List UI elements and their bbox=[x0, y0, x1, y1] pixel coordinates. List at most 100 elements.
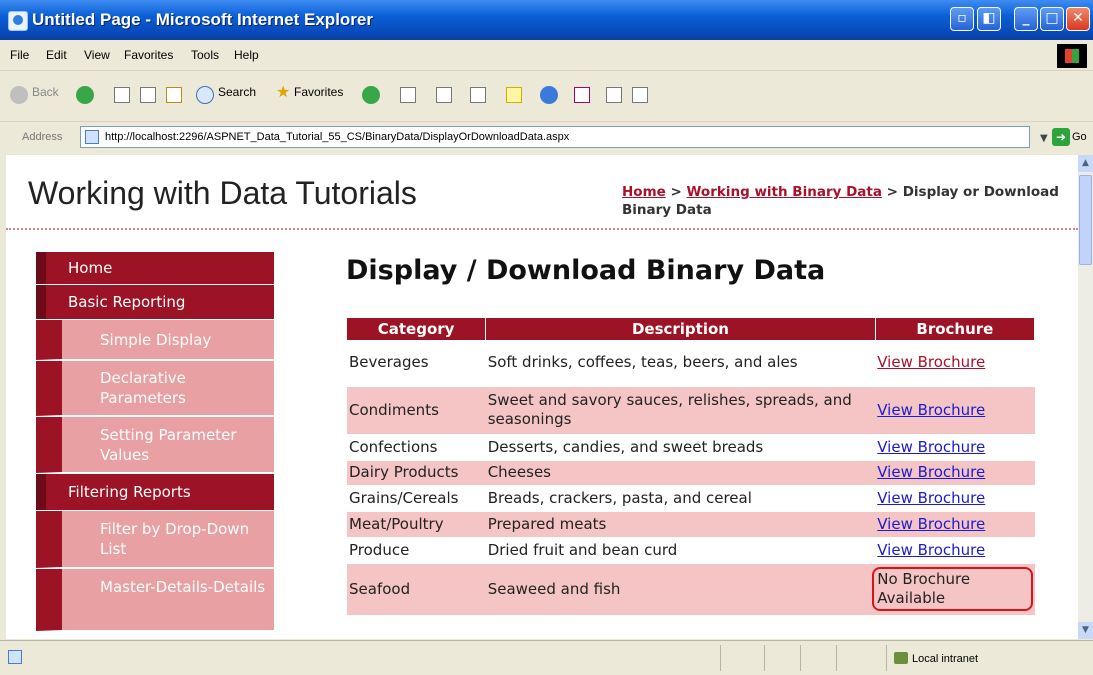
favorites-button-label[interactable]: Favorites bbox=[294, 85, 343, 99]
back-icon[interactable] bbox=[10, 86, 28, 104]
window-restore-icon[interactable]: ◧ bbox=[977, 7, 1001, 31]
close-button[interactable]: ✕ bbox=[1066, 7, 1090, 31]
view-brochure-link[interactable]: View Brochure bbox=[877, 401, 985, 419]
view-brochure-link[interactable]: View Brochure bbox=[877, 489, 985, 507]
vertical-scrollbar[interactable]: ▲ ▼ bbox=[1078, 155, 1093, 639]
go-arrow-icon[interactable]: ➜ bbox=[1052, 128, 1070, 146]
menu-edit[interactable]: Edit bbox=[46, 48, 67, 62]
windows-logo-icon bbox=[1057, 44, 1087, 68]
research-icon[interactable] bbox=[574, 87, 590, 103]
sidebar-item-home[interactable]: Home bbox=[36, 252, 274, 284]
status-separator bbox=[886, 645, 887, 671]
sidebar-item-basic-reporting[interactable]: Basic Reporting bbox=[36, 285, 274, 319]
media-icon[interactable] bbox=[362, 86, 380, 104]
category-cell: Dairy Products bbox=[347, 460, 486, 486]
sidebar-item-declarative-parameters[interactable]: Declarative Parameters bbox=[36, 361, 274, 416]
page-content: Working with Data Tutorials Home > Worki… bbox=[6, 155, 1078, 639]
menu-file[interactable]: File bbox=[10, 48, 29, 62]
go-button-label[interactable]: Go bbox=[1072, 131, 1087, 143]
column-header-brochure: Brochure bbox=[875, 318, 1036, 340]
sidebar-item-label: Setting Parameter Values bbox=[100, 426, 237, 464]
table-row: Confections Desserts, candies, and sweet… bbox=[347, 434, 1035, 461]
sidebar-item-filter-by-drop-down-list[interactable]: Filter by Drop-Down List bbox=[36, 511, 274, 568]
home-icon[interactable] bbox=[166, 87, 182, 103]
scroll-thumb[interactable] bbox=[1079, 175, 1092, 265]
category-cell: Beverages bbox=[347, 340, 486, 387]
menu-tools[interactable]: Tools bbox=[191, 48, 219, 62]
favorites-star-icon[interactable]: ★ bbox=[276, 82, 290, 102]
column-header-category: Category bbox=[347, 318, 487, 340]
view-brochure-link[interactable]: View Brochure bbox=[877, 541, 985, 559]
table-row: Condiments Sweet and savory sauces, reli… bbox=[347, 386, 1035, 435]
view-brochure-link[interactable]: View Brochure bbox=[877, 438, 985, 456]
menu-bar: File Edit View Favorites Tools Help bbox=[0, 40, 1093, 71]
messenger-icon[interactable] bbox=[540, 86, 558, 104]
sidebar-item-label: Home bbox=[68, 259, 113, 277]
category-cell: Confections bbox=[347, 434, 486, 461]
sidebar-item-master-details-details[interactable]: Master-Details-Details bbox=[36, 569, 274, 631]
mail-icon[interactable] bbox=[436, 87, 452, 103]
description-cell: Sweet and savory sauces, relishes, sprea… bbox=[485, 386, 876, 435]
address-url: http://localhost:2296/ASPNET_Data_Tutori… bbox=[105, 131, 570, 143]
status-separator bbox=[720, 645, 721, 671]
internet-explorer-icon bbox=[8, 11, 28, 31]
page-status-icon bbox=[8, 650, 22, 664]
description-cell: Breads, crackers, pasta, and cereal bbox=[485, 485, 876, 512]
column-header-description: Description bbox=[485, 318, 876, 340]
tools-icon[interactable] bbox=[632, 87, 648, 103]
search-button-label[interactable]: Search bbox=[218, 85, 256, 99]
page-icon bbox=[85, 130, 99, 144]
scroll-down-icon[interactable]: ▼ bbox=[1078, 622, 1093, 639]
back-button-label[interactable]: Back bbox=[32, 85, 59, 99]
stop-icon[interactable] bbox=[114, 87, 130, 103]
menu-view[interactable]: View bbox=[84, 48, 110, 62]
no-brochure-label: No Brochure Available bbox=[872, 567, 1033, 611]
menu-help[interactable]: Help bbox=[234, 48, 259, 62]
breadcrumb-home-link[interactable]: Home bbox=[622, 184, 666, 200]
category-cell: Meat/Poultry bbox=[347, 511, 486, 538]
breadcrumb-section-link[interactable]: Working with Binary Data bbox=[687, 184, 882, 200]
print-icon[interactable] bbox=[470, 87, 486, 103]
sidebar-item-simple-display[interactable]: Simple Display bbox=[36, 320, 274, 360]
history-icon[interactable] bbox=[400, 87, 416, 103]
menu-favorites[interactable]: Favorites bbox=[124, 48, 173, 62]
table-row: Produce Dried fruit and bean curd View B… bbox=[347, 537, 1035, 564]
description-cell: Prepared meats bbox=[485, 511, 876, 538]
site-title: Working with Data Tutorials bbox=[28, 175, 417, 211]
address-input[interactable]: http://localhost:2296/ASPNET_Data_Tutori… bbox=[80, 126, 1030, 148]
table-row: Meat/Poultry Prepared meats View Brochur… bbox=[347, 511, 1035, 538]
title-bar[interactable]: Untitled Page - Microsoft Internet Explo… bbox=[0, 0, 1093, 40]
sidebar-item-filtering-reports[interactable]: Filtering Reports bbox=[36, 474, 274, 510]
view-brochure-link[interactable]: View Brochure bbox=[877, 463, 985, 481]
status-separator bbox=[836, 645, 837, 671]
breadcrumb-separator: > bbox=[881, 184, 903, 200]
search-icon[interactable] bbox=[196, 86, 214, 104]
window-title: Untitled Page - Microsoft Internet Explo… bbox=[32, 10, 373, 29]
sidebar-item-setting-parameter-values[interactable]: Setting Parameter Values bbox=[36, 417, 274, 473]
browser-window: Untitled Page - Microsoft Internet Explo… bbox=[0, 0, 1093, 675]
sidebar-item-label: Simple Display bbox=[100, 331, 212, 349]
maximize-button[interactable]: □ bbox=[1040, 7, 1064, 31]
sidebar-item-label: Declarative Parameters bbox=[100, 369, 186, 407]
discuss-icon[interactable] bbox=[606, 87, 622, 103]
scroll-up-icon[interactable]: ▲ bbox=[1078, 155, 1093, 172]
edit-icon[interactable] bbox=[506, 87, 522, 103]
table-header-row: Category Description Brochure bbox=[347, 318, 1036, 340]
restore-down-icon[interactable]: ▫ bbox=[950, 7, 974, 31]
status-separator bbox=[764, 645, 765, 671]
forward-icon[interactable] bbox=[76, 86, 94, 104]
category-cell: Grains/Cereals bbox=[347, 485, 486, 512]
refresh-icon[interactable] bbox=[140, 87, 156, 103]
sidebar-item-label: Master-Details-Details bbox=[100, 578, 266, 596]
description-cell: Seaweed and fish bbox=[485, 563, 876, 616]
minimize-button[interactable]: _ bbox=[1014, 7, 1038, 31]
view-brochure-link[interactable]: View Brochure bbox=[877, 515, 985, 533]
header-divider bbox=[6, 228, 1078, 230]
table-row: Seafood Seaweed and fish No Brochure Ava… bbox=[347, 563, 1035, 616]
intranet-zone-icon bbox=[894, 652, 908, 664]
view-brochure-link[interactable]: View Brochure bbox=[877, 353, 985, 371]
description-cell: Desserts, candies, and sweet breads bbox=[485, 434, 876, 461]
categories-table: Category Description Brochure Beverages … bbox=[347, 318, 1036, 616]
status-bar: Local intranet bbox=[0, 640, 1093, 675]
address-dropdown-icon[interactable]: ▼ bbox=[1040, 133, 1048, 144]
